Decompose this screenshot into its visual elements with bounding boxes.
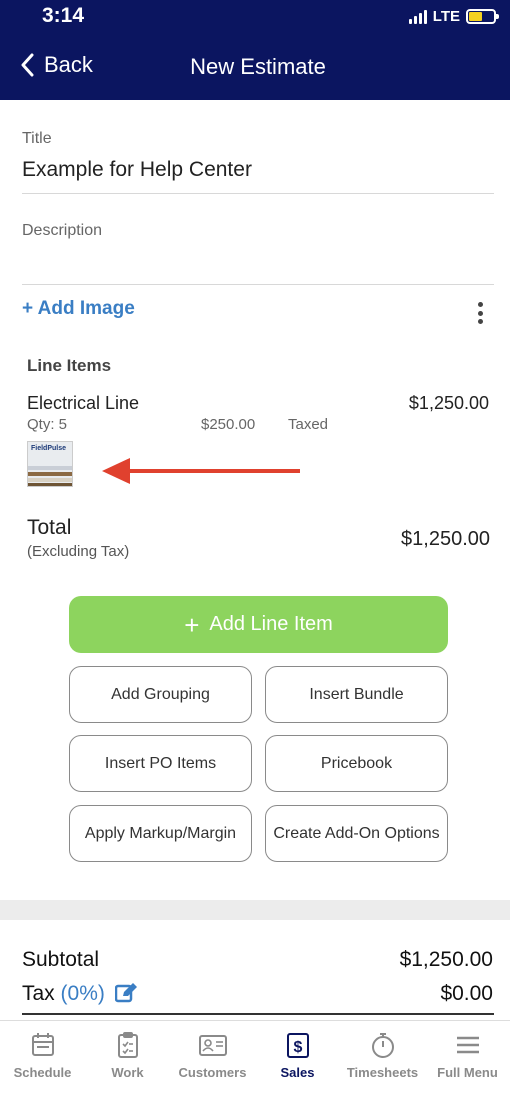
- line-item-image-thumbnail[interactable]: FieldPulse: [27, 441, 73, 487]
- tab-label: Customers: [178, 1065, 247, 1080]
- line-item-tax-status: Taxed: [288, 416, 329, 433]
- plus-icon: +: [184, 609, 200, 640]
- annotation-arrow-icon: [102, 458, 300, 484]
- more-options-icon[interactable]: [470, 300, 490, 326]
- page-title: New Estimate: [190, 54, 326, 79]
- tab-label: Sales: [280, 1065, 315, 1080]
- insert-po-items-button[interactable]: Insert PO Items: [69, 735, 252, 792]
- create-addon-options-button[interactable]: Create Add-On Options: [265, 805, 448, 862]
- status-indicators: LTE: [408, 8, 499, 25]
- divider: [22, 284, 494, 285]
- signal-icon: [408, 9, 427, 24]
- section-separator: [0, 900, 510, 920]
- tab-schedule[interactable]: Schedule: [0, 1021, 85, 1094]
- tab-customers[interactable]: Customers: [170, 1021, 255, 1094]
- tax-label: Tax: [22, 982, 55, 1005]
- network-type: LTE: [432, 8, 460, 25]
- add-grouping-button[interactable]: Add Grouping: [69, 666, 252, 723]
- calendar-icon: [31, 1033, 54, 1056]
- tab-label: Full Menu: [437, 1065, 498, 1080]
- tax-value: $0.00: [440, 982, 493, 1005]
- tab-label: Timesheets: [346, 1065, 419, 1080]
- bottom-tab-bar: Schedule Work Customers $ Sales Timeshee…: [0, 1020, 510, 1094]
- total-sublabel: (Excluding Tax): [27, 543, 130, 560]
- status-time: 3:14: [42, 4, 85, 27]
- pricebook-button[interactable]: Pricebook: [265, 735, 448, 792]
- total-value: $1,250.00: [401, 528, 490, 550]
- tab-label: Work: [111, 1065, 144, 1080]
- contact-card-icon: [198, 1035, 227, 1056]
- battery-icon: [466, 9, 499, 24]
- title-input[interactable]: Example for Help Center: [22, 158, 252, 182]
- stopwatch-icon: [371, 1033, 394, 1058]
- line-item-unit-price: $250.00: [201, 416, 256, 433]
- total-label: Total: [27, 516, 72, 539]
- title-label: Title: [22, 130, 52, 147]
- description-input[interactable]: [22, 250, 494, 278]
- tab-full-menu[interactable]: Full Menu: [425, 1021, 510, 1094]
- tax-percent[interactable]: (0%): [61, 982, 105, 1005]
- clipboard-icon: [117, 1032, 138, 1058]
- tab-label: Schedule: [13, 1065, 72, 1080]
- description-label: Description: [22, 222, 103, 239]
- add-line-item-button[interactable]: + Add Line Item: [69, 596, 448, 653]
- svg-text:$: $: [293, 1039, 302, 1056]
- edit-icon[interactable]: [114, 983, 137, 1003]
- app-header: 3:14 LTE Back New Estimate: [0, 0, 510, 100]
- tab-sales[interactable]: $ Sales: [255, 1021, 340, 1094]
- hamburger-icon: [456, 1036, 479, 1054]
- tab-work[interactable]: Work: [85, 1021, 170, 1094]
- line-item-name: Electrical Line: [27, 393, 140, 413]
- apply-markup-button[interactable]: Apply Markup/Margin: [69, 805, 252, 862]
- tab-timesheets[interactable]: Timesheets: [340, 1021, 425, 1094]
- divider: [22, 1013, 494, 1015]
- add-image-button[interactable]: + Add Image: [22, 298, 135, 320]
- insert-bundle-button[interactable]: Insert Bundle: [265, 666, 448, 723]
- fieldpulse-logo: FieldPulse: [31, 445, 67, 452]
- dollar-doc-icon: $: [286, 1033, 309, 1058]
- line-item-total: $1,250.00: [408, 393, 489, 413]
- divider: [22, 193, 494, 194]
- subtotal-value: $1,250.00: [399, 948, 493, 971]
- line-items-heading: Line Items: [27, 356, 112, 375]
- add-line-item-label: Add Line Item: [209, 613, 333, 635]
- tax-row: Tax (0%): [22, 982, 137, 1006]
- subtotal-label: Subtotal: [22, 948, 100, 971]
- line-item-qty: Qty: 5: [27, 416, 68, 433]
